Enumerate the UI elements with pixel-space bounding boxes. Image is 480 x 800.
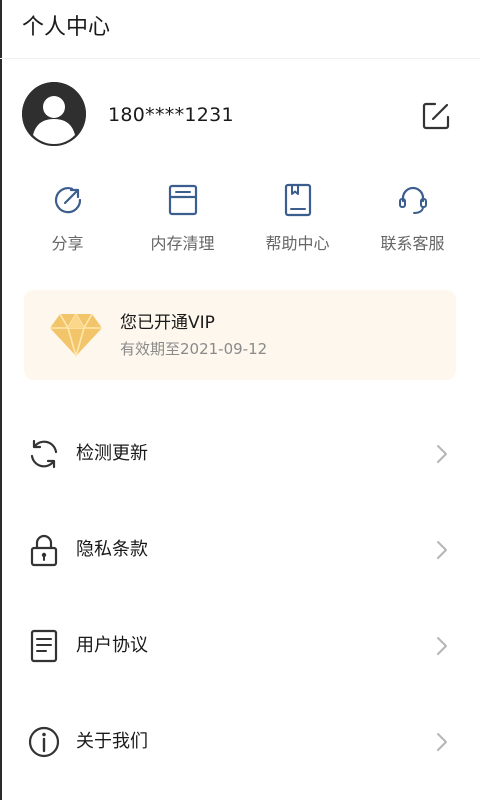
menu-item-privacy[interactable]: 隐私条款 [0,502,480,598]
refresh-icon [26,436,62,472]
shortcut-label: 联系客服 [380,234,445,253]
lock-icon [26,532,62,568]
headset-icon [395,182,431,218]
chevron-right-icon [434,442,450,466]
shortcut-storage-clean[interactable]: 内存清理 [125,182,240,262]
chevron-right-icon [434,634,450,658]
phone-number: 180****1231 [108,104,234,126]
user-avatar-icon[interactable] [22,82,86,146]
menu-list: 检测更新 隐私条款 用户协议 关于我们 [0,406,480,790]
menu-label: 关于我们 [76,731,148,752]
edit-icon[interactable] [418,98,454,134]
menu-item-check-update[interactable]: 检测更新 [0,406,480,502]
shortcut-label: 分享 [51,234,84,253]
document-icon [26,628,62,664]
shortcut-row: 分享 内存清理 帮助中心 联系客服 [10,182,470,262]
shortcut-share[interactable]: 分享 [10,182,125,262]
diamond-icon [46,304,106,364]
menu-label: 用户协议 [76,635,148,656]
help-book-icon [280,182,316,218]
menu-label: 隐私条款 [76,539,148,560]
menu-item-about-us[interactable]: 关于我们 [0,694,480,790]
vip-title: 您已开通VIP [120,313,215,333]
info-icon [26,724,62,760]
menu-item-user-agreement[interactable]: 用户协议 [0,598,480,694]
chevron-right-icon [434,730,450,754]
vip-card[interactable]: 您已开通VIP 有效期至2021-09-12 [24,290,456,380]
profile-section: 180****1231 [0,82,480,154]
shortcut-help-center[interactable]: 帮助中心 [240,182,355,262]
share-icon [50,182,86,218]
shortcut-label: 内存清理 [150,234,215,253]
chevron-right-icon [434,538,450,562]
storage-clean-icon [165,182,201,218]
header: 个人中心 [0,0,480,59]
page-title: 个人中心 [22,15,111,40]
menu-label: 检测更新 [76,443,148,464]
shortcut-label: 帮助中心 [265,234,330,253]
shortcut-customer-service[interactable]: 联系客服 [355,182,470,262]
vip-expiry: 有效期至2021-09-12 [120,340,268,358]
